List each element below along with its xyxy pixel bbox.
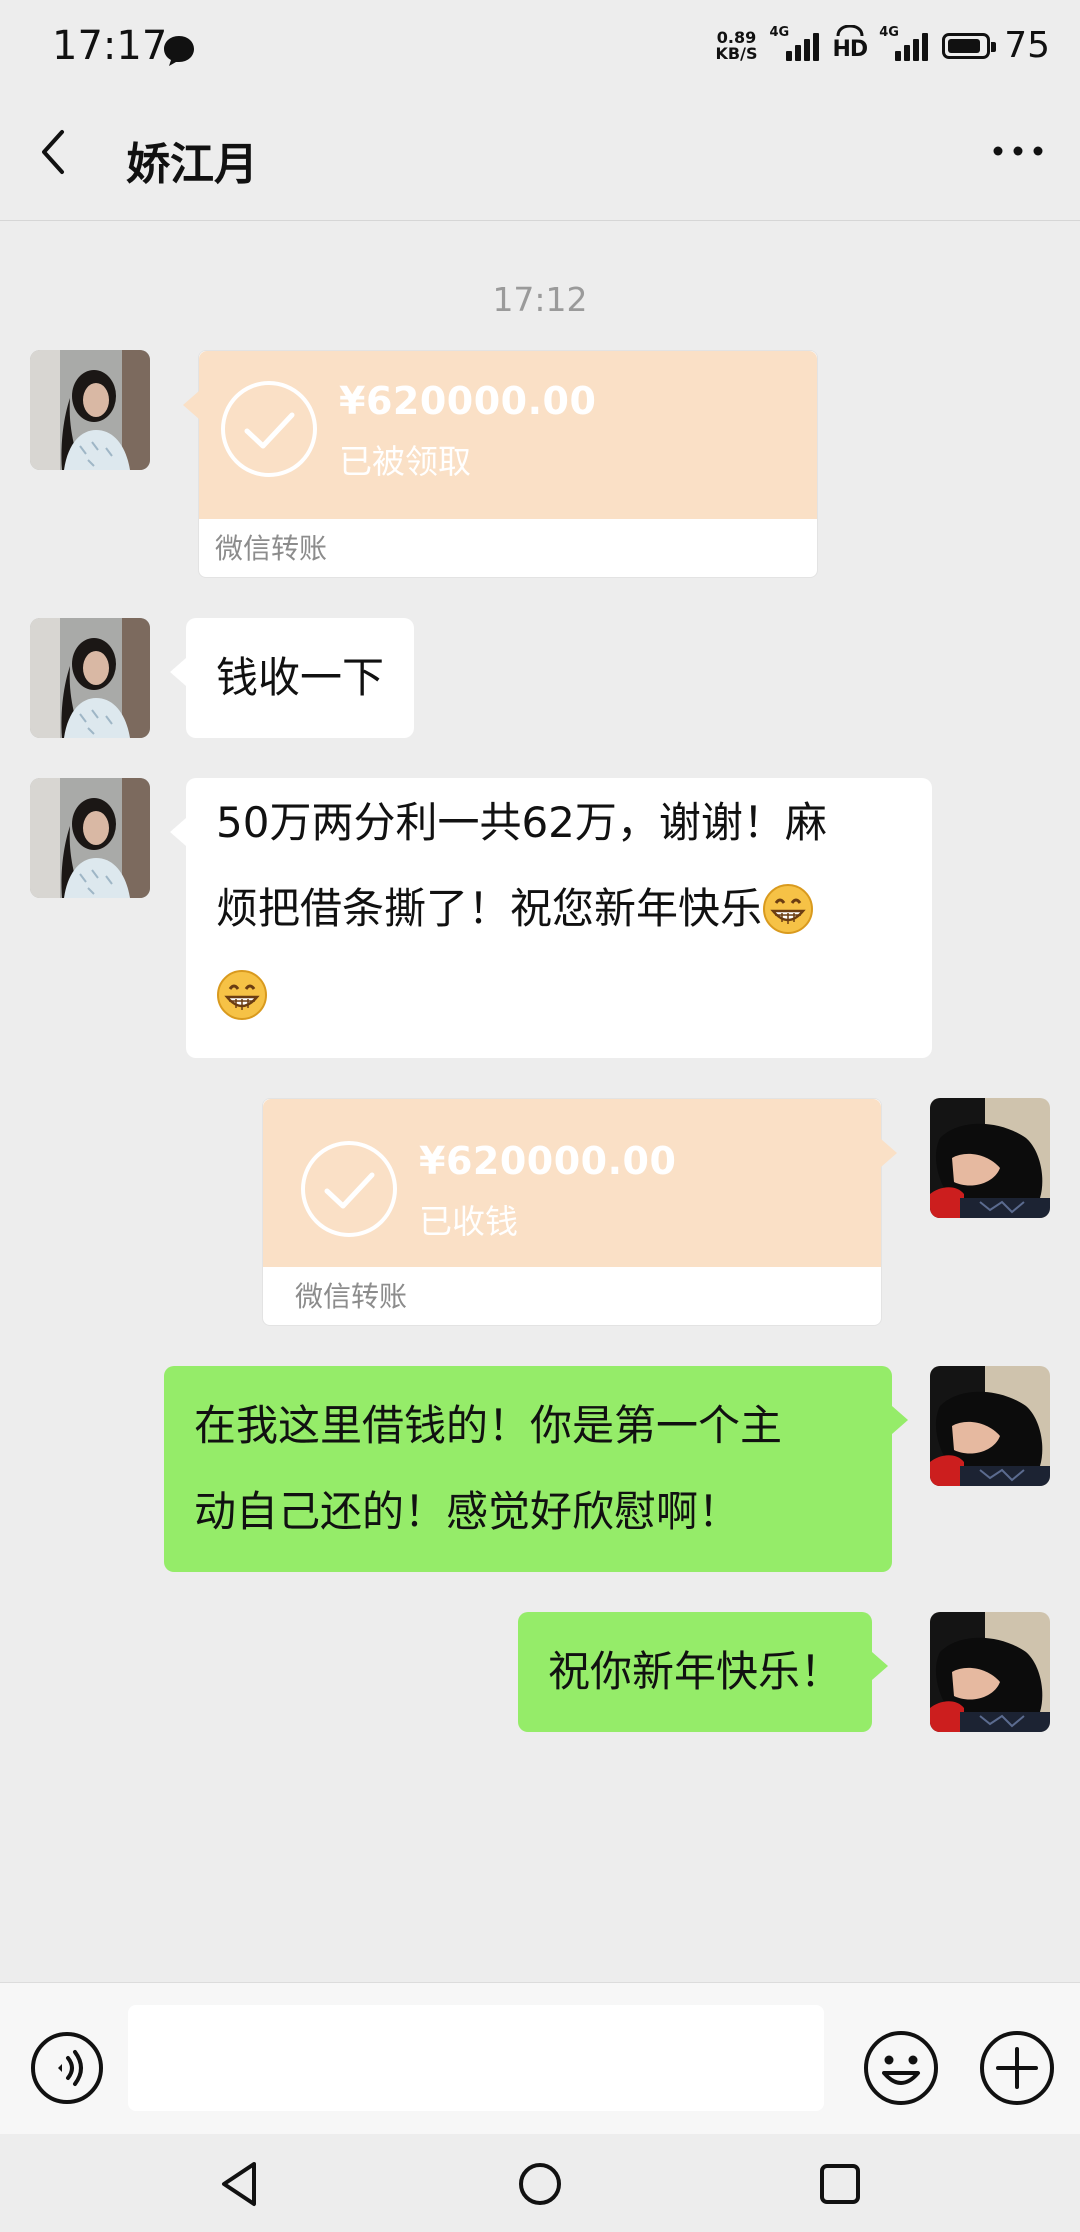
message-text-line-1: 50万两分利一共62万，谢谢！麻: [216, 798, 827, 847]
chat-title: 娇江月: [126, 139, 258, 190]
check-circle-icon: [221, 381, 317, 477]
contact-avatar[interactable]: [30, 618, 150, 738]
network-speed-unit: KB/S: [715, 44, 758, 63]
system-recents-icon[interactable]: [810, 2154, 870, 2214]
battery-percent: 75: [1004, 25, 1050, 66]
more-options-icon[interactable]: [990, 136, 1046, 166]
message-text: 钱收一下: [216, 653, 385, 702]
message-text-line-2: 烦把借条撕了！祝您新年快乐: [216, 884, 763, 933]
battery-fill: [948, 39, 980, 53]
signal-tag-2: 4G: [879, 25, 899, 40]
transfer-status: 已被领取: [339, 442, 471, 481]
signal-4g-icon-2: 4G: [879, 25, 929, 61]
signal-4g-icon: 4G: [770, 25, 819, 61]
transfer-card-body: ¥620000.00 已被领取: [199, 351, 817, 519]
user-avatar[interactable]: [930, 1098, 1050, 1218]
voice-input-icon[interactable]: [30, 2031, 104, 2105]
chat-input-bar: [0, 1982, 1080, 2135]
chat-header: 娇江月: [0, 84, 1080, 221]
transfer-status: 已收钱: [419, 1202, 518, 1241]
message-bubble-outgoing[interactable]: 祝你新年快乐！: [518, 1612, 889, 1732]
message-bubble-incoming[interactable]: 50万两分利一共62万，谢谢！麻 烦把借条撕了！祝您新年快乐: [170, 778, 932, 1058]
message-bubble-incoming[interactable]: 钱收一下: [169, 618, 415, 738]
status-time: 17:17: [52, 23, 168, 69]
system-back-icon[interactable]: [210, 2154, 270, 2214]
signal-tag: 4G: [769, 25, 790, 40]
transfer-label: 微信转账: [215, 532, 328, 565]
user-avatar[interactable]: [930, 1612, 1050, 1732]
status-indicators: 0.89 KB/S 4G HD 4G 75: [716, 24, 1050, 68]
transfer-amount: ¥620000.00: [339, 379, 597, 423]
transfer-card-body: ¥620000.00 已收钱: [263, 1099, 881, 1267]
contact-avatar[interactable]: [30, 778, 150, 898]
check-circle-icon: [301, 1141, 397, 1237]
transfer-card-incoming[interactable]: ¥620000.00 已被领取 微信转账: [183, 350, 818, 578]
message-bubble-outgoing[interactable]: 在我这里借钱的！你是第一个主 动自己还的！感觉好欣慰啊！: [164, 1366, 908, 1572]
emoji-picker-icon[interactable]: [862, 2029, 940, 2107]
user-avatar[interactable]: [930, 1366, 1050, 1486]
message-text: 祝你新年快乐！: [548, 1647, 843, 1696]
message-input[interactable]: [128, 2005, 824, 2111]
back-arrow-icon[interactable]: [30, 124, 80, 180]
system-navigation-bar: [0, 2134, 1080, 2232]
message-text-line-2: 动自己还的！感觉好欣慰啊！: [194, 1487, 741, 1536]
system-home-icon[interactable]: [510, 2154, 570, 2214]
status-bar: 17:17 0.89 KB/S 4G HD 4G 75: [0, 0, 1080, 84]
battery-icon: [942, 33, 997, 59]
transfer-amount: ¥620000.00: [419, 1139, 677, 1183]
message-notification-icon: [164, 36, 194, 66]
grin-emoji-icon: [217, 970, 267, 1020]
transfer-card-outgoing[interactable]: ¥620000.00 已收钱 微信转账: [262, 1098, 897, 1326]
hd-voice-icon: HD: [832, 24, 869, 62]
more-functions-plus-icon[interactable]: [978, 2029, 1056, 2107]
hd-label: HD: [832, 36, 869, 62]
grin-emoji-icon: [763, 884, 814, 934]
contact-avatar[interactable]: [30, 350, 150, 470]
message-timestamp: 17:12: [492, 280, 588, 319]
network-speed: 0.89 KB/S: [716, 30, 758, 62]
message-text-line-1: 在我这里借钱的！你是第一个主: [194, 1401, 783, 1450]
transfer-label: 微信转账: [295, 1280, 408, 1313]
